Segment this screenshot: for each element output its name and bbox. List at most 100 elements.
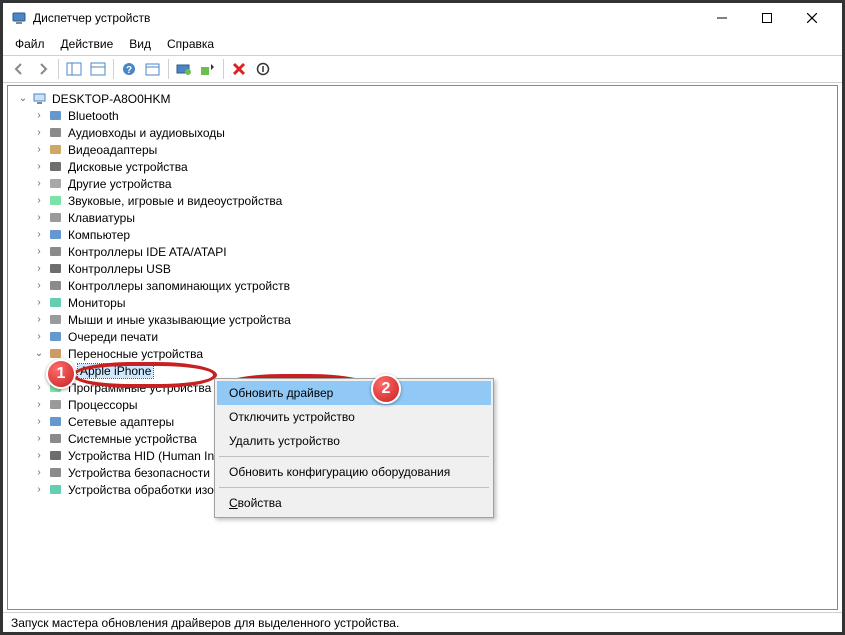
device-category-icon — [48, 210, 64, 226]
ctx-uninstall-device[interactable]: Удалить устройство — [217, 429, 491, 453]
expand-icon[interactable]: › — [32, 331, 46, 342]
device-category-icon — [48, 176, 64, 192]
tree-category-label: Bluetooth — [66, 109, 121, 123]
expand-icon[interactable]: ⌄ — [32, 348, 46, 359]
device-category-icon — [48, 431, 64, 447]
show-hide-tree-button[interactable] — [62, 57, 86, 81]
tree-category[interactable]: › Контроллеры IDE ATA/ATAPI — [8, 243, 837, 260]
tree-root[interactable]: ⌄ DESKTOP-A8O0HKM — [8, 90, 837, 107]
expand-icon[interactable]: › — [32, 263, 46, 274]
expand-icon[interactable]: › — [32, 246, 46, 257]
disable-button[interactable] — [251, 57, 275, 81]
maximize-button[interactable] — [744, 4, 789, 32]
uninstall-button[interactable] — [227, 57, 251, 81]
tree-item-apple-iphone[interactable]: Apple iPhone — [8, 362, 837, 379]
device-category-icon — [48, 465, 64, 481]
window-title: Диспетчер устройств — [33, 11, 699, 25]
tree-category[interactable]: ›Звуковые, игровые и видеоустройства — [8, 192, 837, 209]
device-category-icon — [48, 482, 64, 498]
expand-icon[interactable]: › — [32, 297, 46, 308]
expand-icon[interactable]: › — [32, 110, 46, 121]
properties-button[interactable] — [86, 57, 110, 81]
ctx-properties[interactable]: Свойства — [217, 491, 491, 515]
app-icon — [11, 10, 27, 26]
expand-icon[interactable]: › — [32, 127, 46, 138]
tree-category[interactable]: ›Другие устройства — [8, 175, 837, 192]
close-button[interactable] — [789, 4, 834, 32]
expand-icon[interactable]: › — [32, 416, 46, 427]
tree-category[interactable]: › Мыши и иные указывающие устройства — [8, 311, 837, 328]
expand-icon[interactable]: › — [32, 433, 46, 444]
menu-help[interactable]: Справка — [159, 35, 222, 53]
expand-icon[interactable]: › — [32, 399, 46, 410]
tree-category[interactable]: › Контроллеры запоминающих устройств — [8, 277, 837, 294]
ctx-separator — [219, 456, 489, 457]
tree-category[interactable]: › Компьютер — [8, 226, 837, 243]
tree-category-label: Контроллеры запоминающих устройств — [66, 279, 292, 293]
device-category-icon — [48, 346, 64, 362]
expand-icon[interactable]: › — [32, 178, 46, 189]
expand-icon[interactable]: › — [32, 144, 46, 155]
device-category-icon — [48, 295, 64, 311]
forward-button[interactable] — [31, 57, 55, 81]
scan-hardware-button[interactable] — [172, 57, 196, 81]
tree-category[interactable]: › Клавиатуры — [8, 209, 837, 226]
computer-icon — [32, 91, 48, 107]
tree-category[interactable]: › Bluetooth — [8, 107, 837, 124]
tree-category-label: Аудиовходы и аудиовыходы — [66, 126, 227, 140]
tree-category-label: Видеоадаптеры — [66, 143, 159, 157]
tree-category[interactable]: › Дисковые устройства — [8, 158, 837, 175]
tree-category[interactable]: › Аудиовходы и аудиовыходы — [8, 124, 837, 141]
tree-category[interactable]: ›Контроллеры USB — [8, 260, 837, 277]
expand-icon[interactable]: › — [32, 484, 46, 495]
device-category-icon — [48, 142, 64, 158]
tree-category-label: Системные устройства — [66, 432, 199, 446]
status-text: Запуск мастера обновления драйверов для … — [11, 616, 399, 630]
device-tree-pane[interactable]: ⌄ DESKTOP-A8O0HKM › Bluetooth › Аудиовходы … — [7, 85, 838, 610]
collapse-icon[interactable]: ⌄ — [16, 93, 30, 104]
tree-category[interactable]: ⌄ Переносные устройства — [8, 345, 837, 362]
ctx-disable-device[interactable]: Отключить устройство — [217, 405, 491, 429]
device-category-icon — [48, 329, 64, 345]
expand-icon[interactable]: › — [32, 195, 46, 206]
tree-category-label: Контроллеры IDE ATA/ATAPI — [66, 245, 229, 259]
expand-icon[interactable]: › — [32, 314, 46, 325]
context-menu: Обновить драйвер Отключить устройство Уд… — [214, 378, 494, 518]
ctx-scan-hardware[interactable]: Обновить конфигурацию оборудования — [217, 460, 491, 484]
tree-category-label: Клавиатуры — [66, 211, 137, 225]
minimize-button[interactable] — [699, 4, 744, 32]
expand-icon[interactable]: › — [32, 212, 46, 223]
tree-category-label: Переносные устройства — [66, 347, 205, 361]
device-category-icon — [48, 448, 64, 464]
device-category-icon — [48, 108, 64, 124]
tree-category-label: Сетевые адаптеры — [66, 415, 176, 429]
ctx-update-driver[interactable]: Обновить драйвер — [217, 381, 491, 405]
expand-icon[interactable]: › — [32, 467, 46, 478]
tree-category[interactable]: ›Очереди печати — [8, 328, 837, 345]
title-bar: Диспетчер устройств — [3, 3, 842, 33]
tree-category-label: Мыши и иные указывающие устройства — [66, 313, 293, 327]
expand-icon[interactable]: › — [32, 161, 46, 172]
device-category-icon — [48, 125, 64, 141]
menu-action[interactable]: Действие — [53, 35, 122, 53]
calendar-button[interactable] — [141, 57, 165, 81]
expand-icon[interactable]: › — [32, 280, 46, 291]
toolbar: ? — [3, 55, 842, 83]
device-category-icon — [48, 193, 64, 209]
device-category-icon — [48, 261, 64, 277]
update-driver-button[interactable] — [196, 57, 220, 81]
tree-category[interactable]: ›Мониторы — [8, 294, 837, 311]
ctx-separator — [219, 487, 489, 488]
menu-view[interactable]: Вид — [121, 35, 159, 53]
tree-item-label: Apple iPhone — [78, 364, 153, 378]
tree-category-label: Компьютер — [66, 228, 132, 242]
expand-icon[interactable]: › — [32, 229, 46, 240]
menu-file[interactable]: Файл — [7, 35, 53, 53]
back-button[interactable] — [7, 57, 31, 81]
tree-category[interactable]: › Видеоадаптеры — [8, 141, 837, 158]
status-bar: Запуск мастера обновления драйверов для … — [3, 612, 842, 632]
help-button[interactable]: ? — [117, 57, 141, 81]
expand-icon[interactable]: › — [32, 450, 46, 461]
expand-icon[interactable]: › — [32, 382, 46, 393]
tree-category-label: Дисковые устройства — [66, 160, 190, 174]
